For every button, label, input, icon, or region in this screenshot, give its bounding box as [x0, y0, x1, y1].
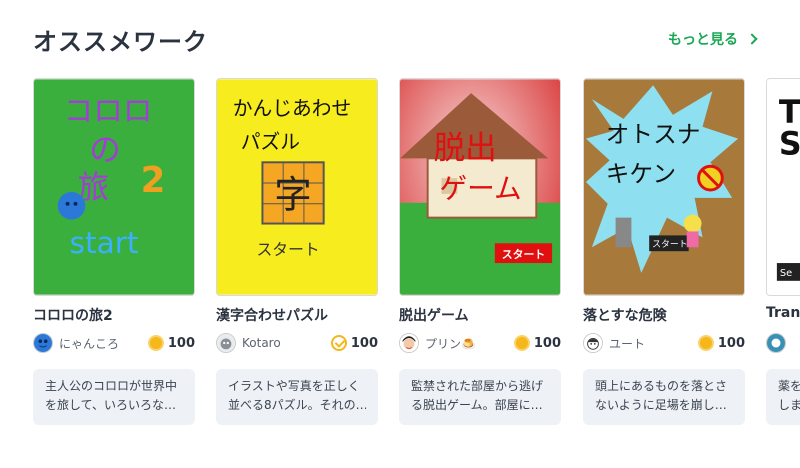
description-line: 頭上にあるものを落とさ [595, 379, 728, 393]
author-name[interactable]: ユート [609, 335, 698, 352]
score: 100 [330, 335, 378, 351]
description-line: しま [778, 398, 800, 412]
work-description: イラストや写真を正しく 並べる8パズル。それの… [216, 369, 378, 425]
thumb-text: start [70, 226, 139, 260]
work-description: 薬を しま [766, 369, 800, 425]
thumb-text: スタート [652, 239, 688, 250]
score: 100 [147, 335, 195, 351]
description-line: 薬を [778, 379, 800, 393]
work-card[interactable]: T S Se Tran 薬を しま [766, 78, 800, 428]
avatar[interactable] [33, 333, 53, 353]
description-line: イラストや写真を正しく [228, 379, 360, 393]
work-meta: プリン🍮 100 [399, 332, 561, 354]
thumb-text: の [89, 132, 121, 168]
description-line: を旅して、いろいろな… [45, 398, 177, 412]
work-meta [766, 332, 800, 354]
score-value: 100 [350, 335, 378, 351]
work-title[interactable]: Tran [766, 305, 800, 321]
author-name[interactable]: にゃんころ [59, 335, 148, 352]
thumb-text: スタート [502, 248, 545, 261]
thumb-text: かんじあわせ [233, 97, 352, 120]
coin-icon [513, 335, 530, 351]
thumb-text: キケン [606, 160, 676, 188]
author-name[interactable]: Kotaro [242, 336, 331, 350]
see-more-label: もっと見る [668, 32, 738, 48]
avatar[interactable] [766, 333, 786, 353]
work-description: 監禁された部屋から逃げ る脱出ゲーム。部屋に… [399, 369, 561, 425]
coin-icon [697, 335, 714, 351]
description-line: 監禁された部屋から逃げ [411, 379, 544, 393]
thumb-text: パズル [241, 130, 300, 153]
work-title[interactable]: 脱出ゲーム [399, 305, 469, 325]
work-thumbnail[interactable]: 脱出 ゲーム スタート [399, 78, 561, 296]
thumbnail-image: オトスナ キケン スタート [584, 79, 744, 295]
section-title: オススメワーク [33, 28, 208, 56]
score: 100 [513, 335, 561, 351]
work-title[interactable]: 漢字合わせパズル [216, 305, 328, 325]
thumb-text: スタート [257, 240, 320, 259]
thumb-text: オトスナ [606, 121, 701, 149]
coin-icon [147, 335, 164, 351]
score-value: 100 [533, 335, 561, 351]
work-title[interactable]: 落とすな危険 [583, 305, 667, 325]
thumb-text: コロロ [64, 94, 153, 128]
check-icon [330, 335, 347, 351]
avatar[interactable] [399, 333, 419, 353]
chevron-right-icon [746, 33, 758, 45]
thumb-text: S [779, 126, 800, 162]
work-thumbnail[interactable]: コロロ の 旅 2 start [33, 78, 195, 296]
work-thumbnail[interactable]: かんじあわせ パズル 字 スタート [216, 78, 378, 296]
thumbnail-image: コロロ の 旅 2 start [34, 79, 194, 295]
work-thumbnail[interactable]: T S Se [766, 78, 800, 296]
description-line: 主人公のコロロが世界中 [45, 379, 178, 393]
description-line: ないように足場を崩し… [595, 398, 727, 412]
thumbnail-image: かんじあわせ パズル 字 スタート [217, 79, 377, 295]
score: 100 [697, 335, 745, 351]
author-name[interactable]: プリン🍮 [425, 335, 514, 352]
thumb-text: ゲーム [440, 172, 522, 205]
thumb-text: 2 [141, 160, 166, 201]
see-more-link[interactable]: もっと見る [668, 29, 758, 49]
work-meta: Kotaro 100 [216, 332, 378, 354]
thumb-text: 脱出 [434, 130, 497, 166]
work-meta: ユート 100 [583, 332, 745, 354]
description-line: る脱出ゲーム。部屋に… [411, 398, 543, 412]
score-value: 100 [717, 335, 745, 351]
work-description: 主人公のコロロが世界中 を旅して、いろいろな… [33, 369, 195, 425]
avatar[interactable] [583, 333, 603, 353]
work-title[interactable]: コロロの旅2 [33, 305, 113, 325]
work-meta: にゃんころ 100 [33, 332, 195, 354]
description-line: 並べる8パズル。それの… [228, 398, 366, 412]
work-description: 頭上にあるものを落とさ ないように足場を崩し… [583, 369, 745, 425]
thumbnail-image: T S Se [767, 79, 800, 295]
thumbnail-image: 脱出 ゲーム スタート [400, 79, 560, 295]
thumb-text: T [779, 95, 800, 131]
thumb-text: 字 [274, 173, 312, 217]
work-thumbnail[interactable]: オトスナ キケン スタート [583, 78, 745, 296]
avatar[interactable] [216, 333, 236, 353]
thumb-text: Se [780, 268, 792, 279]
score-value: 100 [167, 335, 195, 351]
